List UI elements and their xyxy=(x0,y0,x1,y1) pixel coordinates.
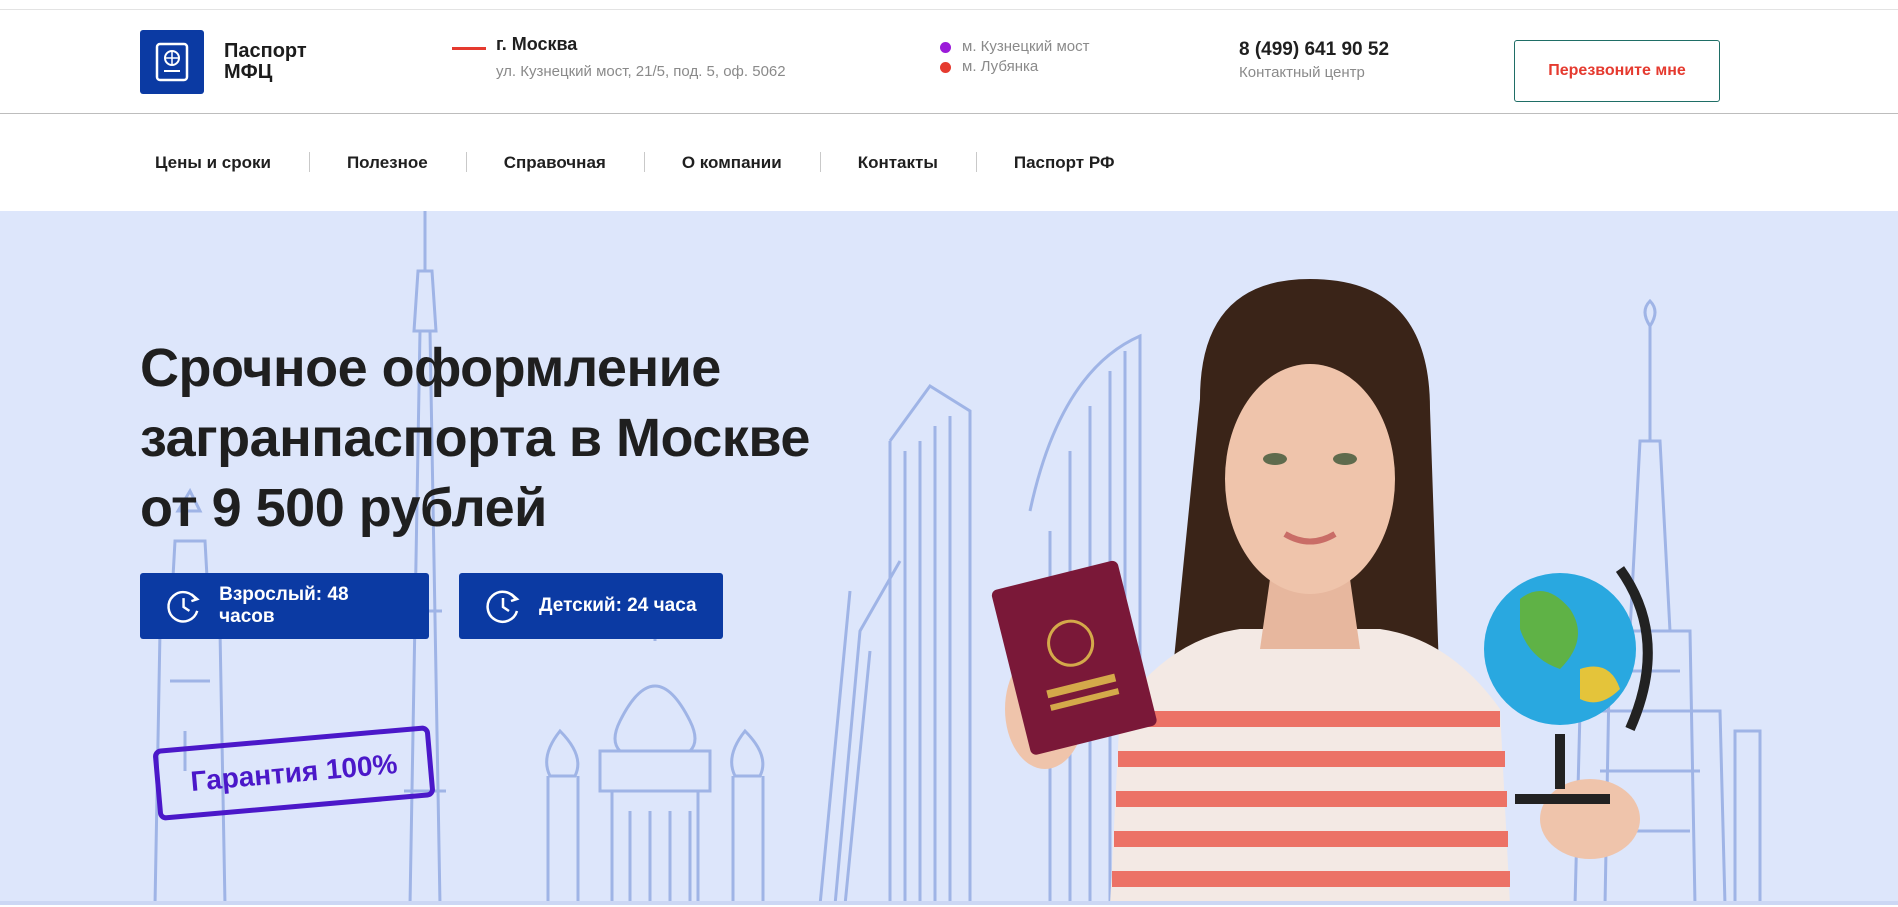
site-header: Паспорт МФЦ г. Москва ул. Кузнецкий мост… xyxy=(0,10,1898,114)
hero-bottom-edge xyxy=(0,901,1898,905)
main-nav: Цены и сроки Полезное Справочная О компа… xyxy=(0,114,1898,211)
office-address: ул. Кузнецкий мост, 21/5, под. 5, оф. 50… xyxy=(496,63,786,80)
logo-text: Паспорт МФЦ xyxy=(224,41,324,83)
passport-icon xyxy=(140,30,204,94)
site-logo[interactable]: Паспорт МФЦ xyxy=(140,30,324,94)
metro-station-name: м. Кузнецкий мост xyxy=(962,38,1090,55)
nav-item-passport-rf[interactable]: Паспорт РФ xyxy=(975,151,1153,173)
child-term-button[interactable]: Детский: 24 часа xyxy=(459,573,723,639)
nav-item-contacts[interactable]: Контакты xyxy=(819,151,976,173)
metro-line-dot-icon xyxy=(940,61,951,73)
city-name: г. Москва xyxy=(496,34,578,54)
metro-station-name: м. Лубянка xyxy=(962,58,1039,75)
hero-heading-line: Срочное оформление xyxy=(140,338,721,398)
clock-icon xyxy=(167,590,200,623)
phone-caption: Контактный центр xyxy=(1239,64,1365,81)
hero-heading-line: от 9 500 рублей xyxy=(140,478,547,538)
top-edge xyxy=(0,0,1898,10)
nav-item-useful[interactable]: Полезное xyxy=(308,151,466,173)
adult-term-label: Взрослый: 48 часов xyxy=(219,584,349,627)
nav-item-about[interactable]: О компании xyxy=(643,151,820,173)
logo-line-2: МФЦ xyxy=(224,61,273,83)
adult-term-button[interactable]: Взрослый: 48 часов xyxy=(140,573,429,639)
hero-heading-line: загранпаспорта в Москве xyxy=(140,408,810,468)
child-term-label: Детский: 24 часа xyxy=(539,595,697,616)
hero-banner: Срочное оформление загранпаспорта в Моск… xyxy=(0,211,1898,905)
metro-station: м. Лубянка xyxy=(940,57,1090,77)
metro-stations: м. Кузнецкий мост м. Лубянка xyxy=(940,37,1090,77)
clock-icon xyxy=(486,590,520,624)
contact-phone-block: 8 (499) 641 90 52 Контактный центр xyxy=(1239,39,1389,81)
nav-item-prices[interactable]: Цены и сроки xyxy=(140,153,309,173)
nav-item-reference[interactable]: Справочная xyxy=(465,151,644,173)
woman-with-passport-and-globe-image xyxy=(991,279,1653,905)
city-accent-line xyxy=(452,47,486,50)
metro-station: м. Кузнецкий мост xyxy=(940,37,1090,57)
city-block: г. Москва ул. Кузнецкий мост, 21/5, под.… xyxy=(452,34,786,80)
logo-line-1: Паспорт xyxy=(224,40,307,62)
metro-line-dot-icon xyxy=(940,41,951,53)
callback-button[interactable]: Перезвоните мне xyxy=(1514,40,1720,102)
phone-number[interactable]: 8 (499) 641 90 52 xyxy=(1239,39,1389,61)
hero-heading: Срочное оформление загранпаспорта в Моск… xyxy=(140,333,810,543)
